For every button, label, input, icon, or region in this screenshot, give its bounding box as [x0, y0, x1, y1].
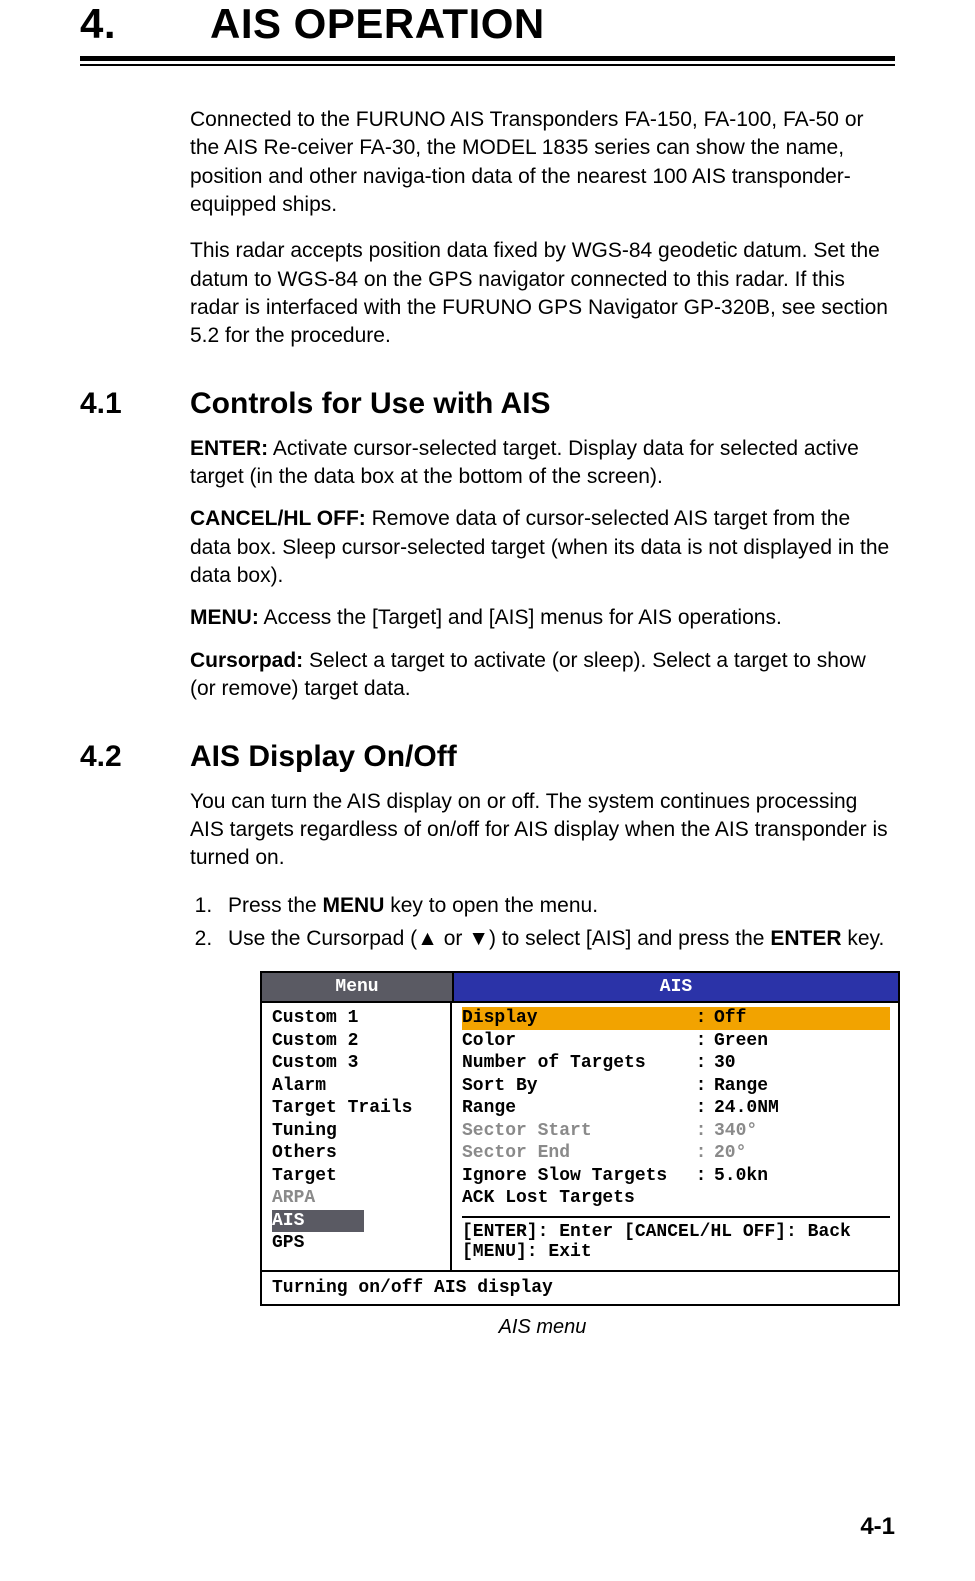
row-ignore-slow[interactable]: Ignore Slow Targets:5.0kn — [462, 1165, 890, 1188]
rule-thick — [80, 56, 895, 61]
ctrl-menu-label: MENU: — [190, 606, 259, 629]
sidebar-item-target-trails[interactable]: Target Trails — [272, 1097, 442, 1120]
row-display[interactable]: Display:Off — [462, 1007, 890, 1030]
row-sector-start: Sector Start:340° — [462, 1120, 890, 1143]
ais-menu-figure: Menu AIS Custom 1 Custom 2 Custom 3 Alar… — [260, 971, 900, 1306]
step-2: Use the Cursorpad (▲ or ▼) to select [AI… — [218, 924, 895, 953]
ctrl-enter: ENTER: Activate cursor-selected target. … — [190, 435, 895, 492]
menu-header-left: Menu — [262, 973, 452, 1003]
figure-caption: AIS menu — [190, 1316, 895, 1339]
rule-thin — [80, 64, 895, 66]
row-range[interactable]: Range:24.0NM — [462, 1097, 890, 1120]
sidebar-item-custom1[interactable]: Custom 1 — [272, 1007, 442, 1030]
ctrl-enter-text: Activate cursor-selected target. Display… — [190, 437, 859, 488]
sidebar-item-custom3[interactable]: Custom 3 — [272, 1052, 442, 1075]
ctrl-menu-text: Access the [Target] and [AIS] menus for … — [259, 606, 782, 629]
ctrl-enter-label: ENTER: — [190, 437, 268, 460]
intro-p1: Connected to the FURUNO AIS Transponders… — [190, 106, 895, 219]
sidebar-item-ais[interactable]: AIS — [272, 1210, 364, 1233]
menu-header-right: AIS — [452, 973, 898, 1003]
sidebar-item-custom2[interactable]: Custom 2 — [272, 1030, 442, 1053]
row-sector-end: Sector End: 20° — [462, 1142, 890, 1165]
row-color[interactable]: Color:Green — [462, 1030, 890, 1053]
divider — [462, 1216, 890, 1218]
chapter-name: AIS OPERATION — [210, 0, 545, 47]
ctrl-cancel-label: CANCEL/HL OFF: — [190, 507, 366, 530]
status-bar: Turning on/off AIS display — [262, 1270, 898, 1304]
chapter-title: 4.AIS OPERATION — [80, 0, 895, 48]
hint-line-2: [MENU]: Exit — [462, 1242, 890, 1262]
row-sort-by[interactable]: Sort By:Range — [462, 1075, 890, 1098]
sidebar-item-gps[interactable]: GPS — [272, 1232, 442, 1255]
section-number: 4.2 — [80, 740, 190, 774]
section-title: Controls for Use with AIS — [190, 387, 551, 420]
section-title: AIS Display On/Off — [190, 740, 457, 773]
row-number-targets[interactable]: Number of Targets: 30 — [462, 1052, 890, 1075]
sidebar-item-alarm[interactable]: Alarm — [272, 1075, 442, 1098]
intro-p2: This radar accepts position data fixed b… — [190, 237, 895, 350]
ctrl-menu: MENU: Access the [Target] and [AIS] menu… — [190, 604, 895, 632]
sidebar-item-target[interactable]: Target — [272, 1165, 442, 1188]
chapter-number: 4. — [80, 0, 210, 48]
hint-line-1: [ENTER]: Enter [CANCEL/HL OFF]: Back — [462, 1222, 890, 1242]
sidebar-item-tuning[interactable]: Tuning — [272, 1120, 442, 1143]
row-ack-lost[interactable]: ACK Lost Targets — [462, 1187, 890, 1210]
step-1: Press the MENU key to open the menu. — [218, 891, 895, 920]
steps-list: Press the MENU key to open the menu. Use… — [190, 891, 895, 954]
ctrl-cancel: CANCEL/HL OFF: Remove data of cursor-sel… — [190, 505, 895, 590]
ctrl-cursor-label: Cursorpad: — [190, 649, 303, 672]
section-42-p: You can turn the AIS display on or off. … — [190, 788, 895, 873]
menu-sidebar: Custom 1 Custom 2 Custom 3 Alarm Target … — [262, 1003, 452, 1270]
section-heading-42: 4.2AIS Display On/Off — [80, 740, 895, 774]
sidebar-item-arpa: ARPA — [272, 1187, 442, 1210]
menu-content: Display:Off Color:Green Number of Target… — [452, 1003, 898, 1270]
section-number: 4.1 — [80, 387, 190, 421]
page-number: 4-1 — [860, 1513, 895, 1541]
ctrl-cursor: Cursorpad: Select a target to activate (… — [190, 647, 895, 704]
section-heading-41: 4.1Controls for Use with AIS — [80, 387, 895, 421]
sidebar-item-others[interactable]: Others — [272, 1142, 442, 1165]
